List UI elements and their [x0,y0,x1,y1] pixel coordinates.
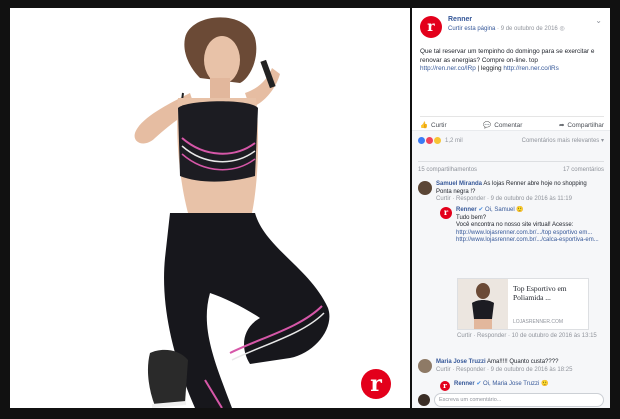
renner-avatar[interactable]: r [440,381,450,391]
avatar [418,394,430,406]
reply-link-2[interactable]: http://www.lojasrenner.com.br/.../calca-… [456,237,599,243]
emoji-icon: 🙂 [541,381,549,387]
comments-count[interactable]: 17 comentários [563,167,604,173]
sort-comments-dropdown[interactable]: Comentários mais relevantes ▾ [522,137,604,144]
reply-renner: r Renner ✔ Oi, Samuel 🙂 Tudo bem? Você e… [440,207,604,245]
link-preview-card[interactable]: Top Esportivo em Poliamida ... LOJASRENN… [457,278,589,330]
share-label: Compartilhar [567,121,604,129]
thumbs-up-icon: 👍 [420,122,428,129]
renner-avatar[interactable]: r [420,16,442,38]
legging-link[interactable]: http://ren.ner.co/lRs [503,65,558,72]
shares-count[interactable]: 15 compartilhamentos [418,167,477,173]
action-bar: 👍 Curtir 💬 Comentar ➦ Compartilhar [420,116,604,129]
post-body: Que tal reservar um tempinho do domingo … [420,48,595,64]
like-page-link[interactable]: Curtir esta página [448,26,495,32]
dot-separator: · [497,26,500,32]
like-label: Curtir [430,121,447,129]
photo-lightbox: r r Renner Curtir esta página · 9 de out… [0,0,620,419]
commenter-name[interactable]: Maria Jose Truzzi [436,359,486,365]
emoji-icon: 🙂 [516,207,524,213]
comment-composer: Escreva um comentário... [418,393,604,407]
mention[interactable]: Oi, Maria Jose Truzzi [483,381,539,387]
post-sidebar: r Renner Curtir esta página · 9 de outub… [412,8,610,408]
comment-actions[interactable]: Curtir · Responder · 9 de outubro de 201… [436,196,572,202]
avatar[interactable] [418,181,432,195]
verified-icon: ✔ [476,381,482,387]
post-header: r Renner Curtir esta página · 9 de outub… [420,16,565,38]
share-button[interactable]: ➦ Compartilhar [559,121,604,130]
comment-label: Comentar [494,121,523,129]
reply-text-1: Tudo bem? [456,214,487,221]
post-date[interactable]: 9 de outubro de 2016 [501,26,558,32]
comment-maria: Maria Jose Truzzi Ama!!!!! Quanto custa?… [418,359,604,374]
commenter-name[interactable]: Samuel Miranda [436,181,482,187]
preview-domain: LOJASRENNER.COM [513,319,564,325]
comment-input[interactable]: Escreva um comentário... [434,393,604,407]
commenter-name[interactable]: Renner [454,381,475,387]
comments-area: 1,2 mil Comentários mais relevantes ▾ 15… [412,130,610,408]
reply-renner-2: r Renner ✔ Oi, Maria Jose Truzzi 🙂 [440,381,604,391]
counts-row: 15 compartilhamentos 17 comentários [418,161,604,173]
renner-avatar[interactable]: r [440,207,452,219]
avatar[interactable] [418,359,432,373]
love-reaction-icon [426,137,433,144]
reply-text-2: Você encontra no nosso site virtual! Ace… [456,222,574,228]
chevron-down-icon[interactable]: ⌄ [595,16,602,25]
reply-link-1[interactable]: http://www.lojasrenner.com.br/.../top es… [456,230,592,236]
reactions-row: 1,2 mil Comentários mais relevantes ▾ [418,137,604,144]
reply-actions-row: Curtir · Responder · 10 de outubro de 20… [457,333,603,341]
post-body-2: | legging [477,65,502,72]
reaction-summary[interactable]: 1,2 mil [418,137,463,144]
preview-thumbnail [458,279,508,329]
like-reaction-icon [418,137,425,144]
comment-text: Ama!!!!! Quanto custa???? [487,359,559,365]
preview-image [458,279,508,329]
comment-button[interactable]: 💬 Comentar [483,121,523,130]
preview-title: Top Esportivo em Poliamida ... [513,284,567,302]
globe-icon: ◎ [559,26,565,32]
post-text: Que tal reservar um tempinho do domingo … [420,48,604,74]
comment-samuel: Samuel Miranda As lojas Renner abre hoje… [418,181,604,204]
mention[interactable]: Oi, Samuel [485,207,515,213]
comment-icon: 💬 [483,122,492,129]
top-link[interactable]: http://ren.ner.co/lRp [420,65,476,72]
comment-actions[interactable]: Curtir · Responder · 10 de outubro de 20… [457,333,597,341]
share-icon: ➦ [559,122,565,129]
fitness-model-image [10,8,410,408]
reaction-count: 1,2 mil [445,137,463,144]
page-name[interactable]: Renner [448,16,565,23]
wow-reaction-icon [434,137,441,144]
commenter-name[interactable]: Renner [456,207,477,213]
sort-label: Comentários mais relevantes [521,138,600,144]
verified-icon: ✔ [478,207,484,213]
comment-actions[interactable]: Curtir · Responder · 9 de outubro de 201… [436,367,572,373]
renner-watermark-logo: r [361,369,391,399]
post-photo[interactable] [10,8,410,408]
like-button[interactable]: 👍 Curtir [420,121,447,130]
